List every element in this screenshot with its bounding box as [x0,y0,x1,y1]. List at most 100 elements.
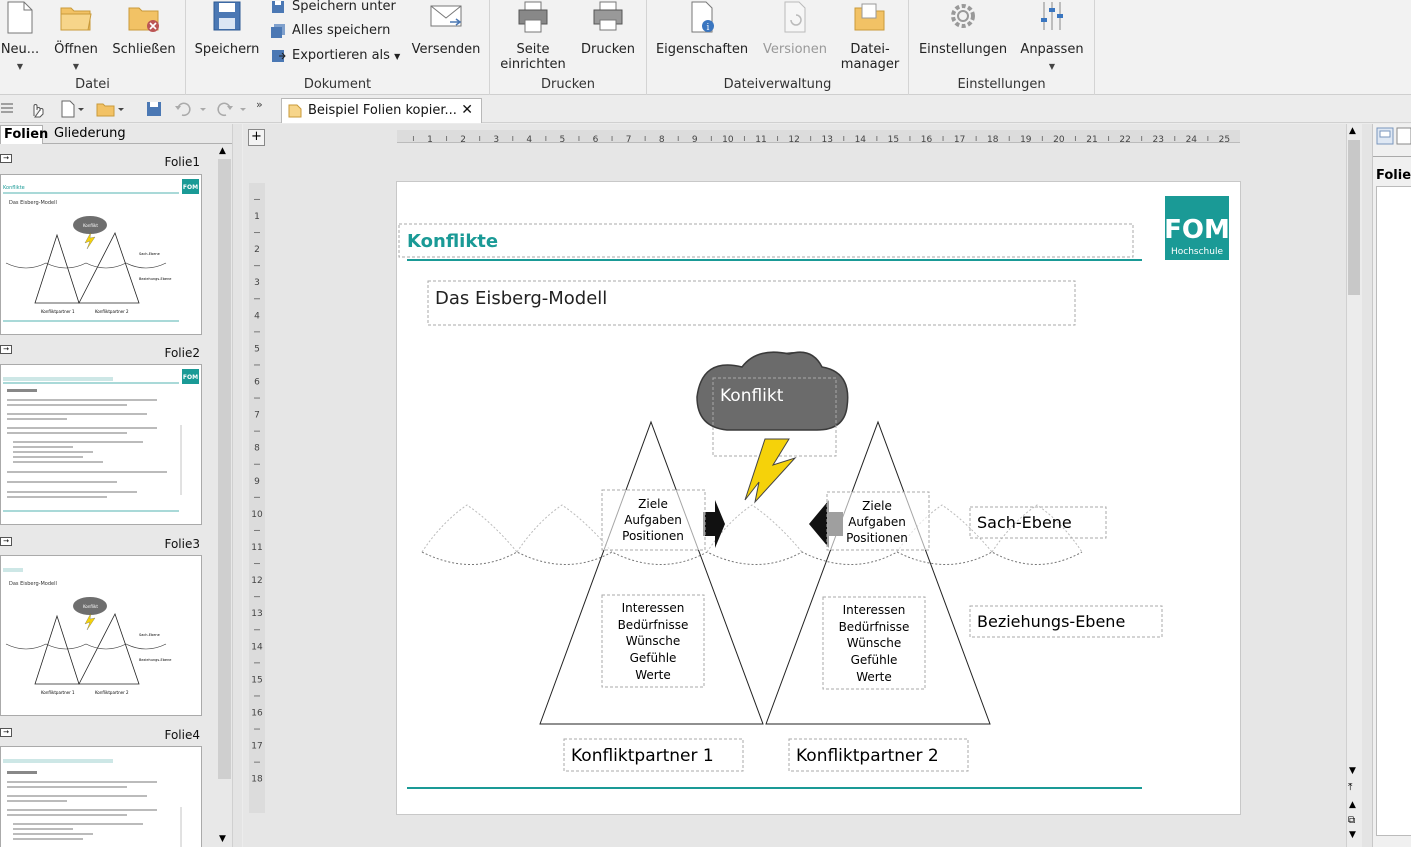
file-manager-icon [854,3,885,31]
sliders-icon [1041,2,1063,30]
vertical-ruler: 1 2 3 4 5 6 7 8 9 10 11 12 13 14 15 16 17 18 [249,183,265,813]
left-upper-line: Ziele [638,497,668,511]
logo-text: FOM [1164,215,1230,245]
ruler-tick-label: 1 [254,212,260,222]
thumbnail-graphic [3,759,182,847]
ruler-tick-label: 14 [855,135,867,145]
notes-view-icon[interactable] [1396,127,1411,145]
page-setup-icon [518,1,548,33]
slide-link-icon[interactable]: → [0,154,12,163]
ruler-ticks: 1 2 3 4 5 6 7 8 9 10 11 12 13 14 15 16 17 18 19 20 21 22 23 24 2… [412,135,1230,145]
ruler-tick-label: 23 [1152,135,1163,145]
tab-outline[interactable]: Gliederung [51,125,129,144]
scroll-up-icon[interactable]: ▲ [1349,126,1356,136]
redo-icon[interactable] [216,100,250,118]
panel-tabs: Folien Gliederung [0,124,232,144]
crosshair-icon[interactable]: + [248,129,265,146]
left-upper-line: Aufgaben [624,513,682,527]
group-label-file-management: Dateiverwaltung [723,77,832,92]
print-button[interactable]: Drucken [578,0,638,57]
right-lower-line: Bedürfnisse [839,620,910,634]
properties-button[interactable]: i Eigenschaften [655,0,749,57]
save-as-button[interactable]: Speichern unter [270,0,396,18]
sidebar-divider [1373,156,1411,157]
hand-pointer-icon[interactable] [28,100,46,118]
svg-text:Konflikte: Konflikte [3,185,25,191]
new-button[interactable]: Neu... ▼ [0,0,40,74]
customize-button[interactable]: Anpassen ▼ [1018,0,1086,74]
ruler-tick-label: 2 [254,245,260,255]
slide-thumbnail-2[interactable]: FOM [0,364,202,525]
settings-button[interactable]: Einstellungen [918,0,1008,57]
scroll-down-icon[interactable]: ▼ [1349,766,1356,776]
svg-text:Konfliktpartner 1: Konfliktpartner 1 [41,690,75,695]
panel-scroll-thumb[interactable] [218,159,231,779]
slide-thumbnail-4[interactable] [0,746,202,847]
chevron-down-icon: ▼ [1048,62,1056,71]
ruler-tick-label: 20 [1053,135,1065,145]
file-manager-button[interactable]: Datei- manager [838,0,902,72]
close-tab-icon[interactable]: ✕ [461,99,473,122]
slide-link-icon[interactable]: → [0,537,12,546]
save-icon[interactable] [145,100,163,118]
slide-thumbnail-1[interactable]: Konflikte FOM Das Eisberg-Modell Konflik… [0,174,202,335]
beziehungs-ebene-label: Beziehungs-Ebene [977,612,1125,631]
open-button[interactable]: Öffnen ▼ [52,0,100,74]
slide-canvas[interactable]: Konflikte FOM Hochschule Das Eisberg-Mod… [396,181,1241,815]
horizontal-ruler: 1 2 3 4 5 6 7 8 9 10 11 12 13 14 15 16 17 18 19 20 21 22 23 24 2… [397,130,1240,145]
thumbnail-graphic: Das Eisberg-Modell Konflikt Sach-Ebene B… [3,568,171,695]
first-slide-icon[interactable]: ⤒ [1348,783,1352,793]
ruler-tick-label: 9 [692,135,698,145]
tab-slides[interactable]: Folien [0,125,48,144]
sidebar-splitter[interactable] [1362,124,1372,847]
right-lower-line: Interessen [843,603,906,617]
open-folder-icon[interactable] [96,100,126,118]
app-window: Neu... ▼ Öffnen ▼ Schließen Datei Dokume… [0,0,1411,847]
svg-text:Konflikt: Konflikt [83,604,98,609]
ruler-tick-label: 11 [755,135,766,145]
slide-thumbnail-3[interactable]: Das Eisberg-Modell Konflikt Sach-Ebene B… [0,555,202,716]
versions-button[interactable]: Versionen [760,0,830,57]
ruler-tick-label: 1 [427,135,433,145]
next-slide-icon[interactable]: ▼ [1349,830,1356,840]
ruler-tick-label: 3 [254,278,260,288]
undo-icon[interactable] [174,100,208,118]
title-placeholder[interactable] [398,223,1134,258]
send-button[interactable]: Versenden [410,0,482,57]
prev-slide-icon[interactable]: ▲ [1349,800,1356,810]
ruler-tick-label: 5 [254,344,260,354]
document-tab[interactable]: Beispiel Folien kopier... ✕ [281,98,482,123]
close-button[interactable]: Schließen [112,0,176,57]
thumbnail-graphic: FOM [3,369,199,512]
save-button[interactable]: Speichern [194,0,260,57]
scroll-up-icon[interactable]: ▲ [219,146,226,156]
svg-text:Das Eisberg-Modell: Das Eisberg-Modell [9,581,57,587]
left-lower-line: Bedürfnisse [618,618,689,632]
slide-link-icon[interactable]: → [0,345,12,354]
new-file-icon[interactable] [60,100,86,118]
list-icon[interactable] [0,100,14,118]
floppy-disk-icon [213,1,241,31]
panel-splitter[interactable] [232,124,242,847]
group-label-print: Drucken [540,77,596,92]
more-chevron-icon[interactable]: » [256,98,263,116]
svg-text:FOM: FOM [183,374,198,381]
page-setup-button[interactable]: Seite einrichten [498,0,568,72]
ribbon: Neu... ▼ Öffnen ▼ Schließen Datei Dokume… [0,0,1411,95]
export-as-button[interactable]: Exportieren als ▼ [270,45,400,67]
ruler-tick-label: 15 [888,135,899,145]
ruler-tick-label: 15 [251,675,262,685]
slide-link-icon[interactable]: → [0,728,12,737]
right-sidebar: Folien [1372,124,1411,847]
layout-view-icon[interactable] [1376,127,1394,145]
vertical-scroll-thumb[interactable] [1348,140,1360,295]
scroll-down-icon[interactable]: ▼ [219,834,226,844]
save-all-icon [271,23,285,38]
svg-text:Konflikt: Konflikt [83,223,98,228]
slide-layout-icon[interactable]: ⧉ [1348,815,1355,826]
left-lower-line: Werte [635,668,671,682]
slide-panel: Folien Gliederung ▲ ▼ → Folie1 Konflikte… [0,124,232,847]
save-all-button[interactable]: Alles speichern [270,20,390,42]
ruler-tick-label: 21 [1086,135,1097,145]
chevron-down-icon: ▼ [394,52,401,61]
